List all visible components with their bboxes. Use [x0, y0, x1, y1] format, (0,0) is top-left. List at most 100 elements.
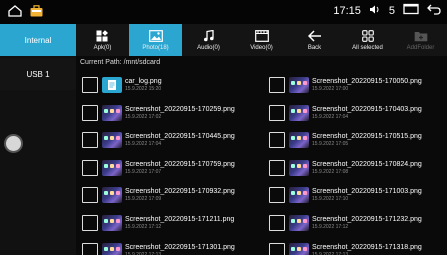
- file-name: car_log.png: [125, 78, 162, 85]
- file-name: Screenshot_20220915-170259.png: [125, 105, 235, 113]
- file-list-item[interactable]: Screenshot_20220915-171003.png 15.9.2022 …: [269, 183, 422, 207]
- file-date: 15.9.2022 17:08: [312, 168, 349, 175]
- file-date: 15.9.2022 17:02: [125, 113, 162, 120]
- file-checkbox[interactable]: [269, 242, 285, 255]
- back-button[interactable]: Back: [288, 24, 341, 56]
- home-icon[interactable]: [8, 4, 22, 22]
- file-list-item[interactable]: Screenshot_20220915-170403.png 15.9.2022 …: [269, 101, 422, 125]
- file-date: 15.9.2022 17:07: [125, 168, 162, 175]
- image-thumbnail: [289, 132, 309, 149]
- file-date: 15.9.2022 17:04: [125, 141, 162, 148]
- file-checkbox[interactable]: [82, 242, 98, 255]
- file-date: 15.9.2022 17:04: [312, 113, 349, 120]
- file-date: 15.9.2022 17:09: [125, 196, 162, 203]
- file-list-item[interactable]: Screenshot_20220915-170259.png 15.9.2022 …: [82, 101, 235, 125]
- file-checkbox[interactable]: [82, 215, 98, 231]
- file-name: Screenshot_20220915-170050.png: [312, 78, 422, 85]
- file-checkbox[interactable]: [82, 77, 98, 93]
- document-thumbnail-icon: [102, 77, 122, 93]
- floating-assist-button[interactable]: [6, 136, 21, 151]
- add-folder-button[interactable]: AddFolder: [394, 24, 447, 56]
- sidebar-item-usb1[interactable]: USB 1: [0, 58, 76, 90]
- tab-video[interactable]: Video(0): [235, 24, 288, 56]
- file-list-item[interactable]: Screenshot_20220915-170515.png 15.9.2022 …: [269, 128, 422, 152]
- tab-label: AddFolder: [406, 44, 435, 51]
- current-path: Current Path: /mnt/sdcard: [80, 59, 161, 66]
- video-icon: [254, 29, 269, 42]
- status-bar: 17:15 5: [0, 0, 447, 24]
- file-date: 15.9.2022 17:12: [125, 224, 162, 230]
- tab-label: Apk(0): [93, 44, 112, 51]
- file-date: 15.9.2022 17:12: [312, 224, 349, 230]
- tab-photo[interactable]: Photo(18): [129, 24, 182, 56]
- file-name: Screenshot_20220915-171232.png: [312, 216, 422, 223]
- image-thumbnail: [102, 187, 122, 204]
- image-thumbnail: [289, 242, 309, 255]
- file-date: 15.9.2022 17:00: [312, 86, 349, 92]
- apps-icon: [96, 29, 109, 42]
- file-name: Screenshot_20220915-171318.png: [312, 243, 422, 251]
- image-thumbnail: [102, 242, 122, 255]
- image-thumbnail: [102, 159, 122, 176]
- file-manager-screen: 17:15 5 Internal USB 1 Apk(0) Photo(18) …: [0, 0, 447, 255]
- file-name: Screenshot_20220915-171301.png: [125, 243, 235, 251]
- file-name: Screenshot_20220915-170445.png: [125, 133, 235, 141]
- tab-label: Audio(0): [197, 44, 220, 51]
- file-checkbox[interactable]: [269, 187, 285, 204]
- sidebar-item-internal[interactable]: Internal: [0, 24, 76, 56]
- file-name: Screenshot_20220915-170932.png: [125, 188, 235, 196]
- file-checkbox[interactable]: [82, 132, 98, 149]
- file-name: Screenshot_20220915-171003.png: [312, 188, 422, 196]
- category-toolbar: Apk(0) Photo(18) Audio(0) Video(0) Back: [76, 24, 447, 56]
- image-thumbnail: [289, 187, 309, 204]
- file-list-item[interactable]: Screenshot_20220915-170445.png 15.9.2022 …: [82, 128, 235, 152]
- volume-icon[interactable]: [369, 4, 381, 18]
- tab-label: Photo(18): [142, 44, 169, 51]
- file-checkbox[interactable]: [269, 159, 285, 176]
- file-checkbox[interactable]: [82, 159, 98, 176]
- file-checkbox[interactable]: [269, 132, 285, 149]
- select-all-button[interactable]: All selected: [341, 24, 394, 56]
- photo-icon: [148, 29, 163, 42]
- window-icon[interactable]: [403, 3, 419, 18]
- return-icon[interactable]: [427, 3, 441, 18]
- file-checkbox[interactable]: [82, 104, 98, 121]
- image-thumbnail: [289, 77, 309, 93]
- file-list-item[interactable]: Screenshot_20220915-171301.png 15.9.2022 …: [82, 239, 235, 255]
- image-thumbnail: [289, 159, 309, 176]
- grid-icon: [361, 29, 374, 42]
- tab-audio[interactable]: Audio(0): [182, 24, 235, 56]
- file-list-item[interactable]: Screenshot_20220915-170050.png 15.9.2022 …: [269, 73, 422, 97]
- file-checkbox[interactable]: [82, 187, 98, 204]
- file-list-area: Current Path: /mnt/sdcard car_log.png 15.…: [76, 56, 447, 255]
- file-checkbox[interactable]: [269, 104, 285, 121]
- tab-label: All selected: [352, 44, 383, 51]
- file-name: Screenshot_20220915-170759.png: [125, 160, 235, 168]
- image-thumbnail: [102, 104, 122, 121]
- image-thumbnail: [289, 215, 309, 231]
- tab-label: Back: [307, 44, 322, 51]
- file-list-item[interactable]: Screenshot_20220915-170932.png 15.9.2022 …: [82, 183, 235, 207]
- music-icon: [203, 29, 215, 42]
- clock-time: 17:15: [333, 4, 361, 17]
- file-date: 15.9.2022 17:13: [312, 251, 349, 255]
- file-date: 15.9.2022 17:13: [125, 251, 162, 255]
- file-list-item[interactable]: Screenshot_20220915-170759.png 15.9.2022 …: [82, 156, 235, 180]
- volume-level: 5: [388, 4, 395, 17]
- file-list-item[interactable]: car_log.png 15.9.2022 15:20: [82, 73, 162, 97]
- back-arrow-icon: [307, 29, 322, 42]
- tab-apk[interactable]: Apk(0): [76, 24, 129, 56]
- file-date: 15.9.2022 17:10: [312, 196, 349, 203]
- file-checkbox[interactable]: [269, 77, 285, 93]
- file-list-item[interactable]: Screenshot_20220915-171211.png 15.9.2022 …: [82, 211, 234, 235]
- file-checkbox[interactable]: [269, 215, 285, 231]
- image-thumbnail: [102, 215, 122, 231]
- file-list-item[interactable]: Screenshot_20220915-171318.png 15.9.2022 …: [269, 239, 422, 255]
- file-name: Screenshot_20220915-170403.png: [312, 105, 422, 113]
- file-list-item[interactable]: Screenshot_20220915-170824.png 15.9.2022 …: [269, 156, 422, 180]
- briefcase-icon[interactable]: [30, 4, 43, 22]
- file-name: Screenshot_20220915-170824.png: [312, 160, 422, 168]
- storage-sidebar: Internal USB 1: [0, 24, 76, 255]
- file-list-item[interactable]: Screenshot_20220915-171232.png 15.9.2022 …: [269, 211, 422, 235]
- image-thumbnail: [102, 132, 122, 149]
